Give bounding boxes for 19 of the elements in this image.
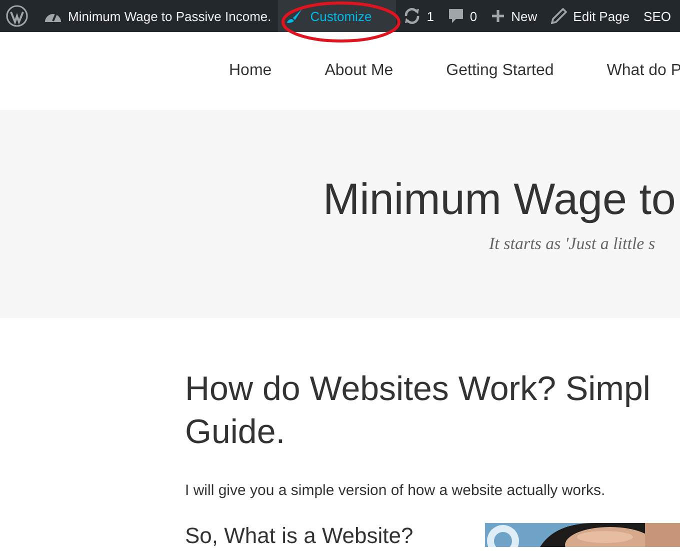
site-title: Minimum Wage to [323,176,677,224]
plus-icon [491,9,506,23]
refresh-icon [402,7,421,25]
speech-bubble-icon [448,8,464,24]
nav-link[interactable]: About Me [324,62,394,80]
nav-link[interactable]: Home [229,62,272,80]
site-tagline: It starts as 'Just a little s [489,234,656,254]
intro-paragraph: I will give you a simple version of how a website actually works. [185,482,606,499]
toolbar-item[interactable]: Edit Page [544,0,637,32]
pencil-icon [551,8,568,24]
post-title: How do Websites Work? Simpl Guide. [185,369,652,453]
toolbar-item[interactable]: New [484,0,544,32]
toolbar-item[interactable]: Minimum Wage to Passive Income. [37,0,278,32]
wordpress-logo-icon [6,5,28,27]
toolbar-item[interactable]: 1 [396,0,441,32]
toolbar-item[interactable]: 0 [440,0,484,32]
section-heading: So, What is a Website? [185,524,414,548]
toolbar-item[interactable]: SEO [636,0,678,32]
nav-link[interactable]: Getting Started [446,62,554,80]
